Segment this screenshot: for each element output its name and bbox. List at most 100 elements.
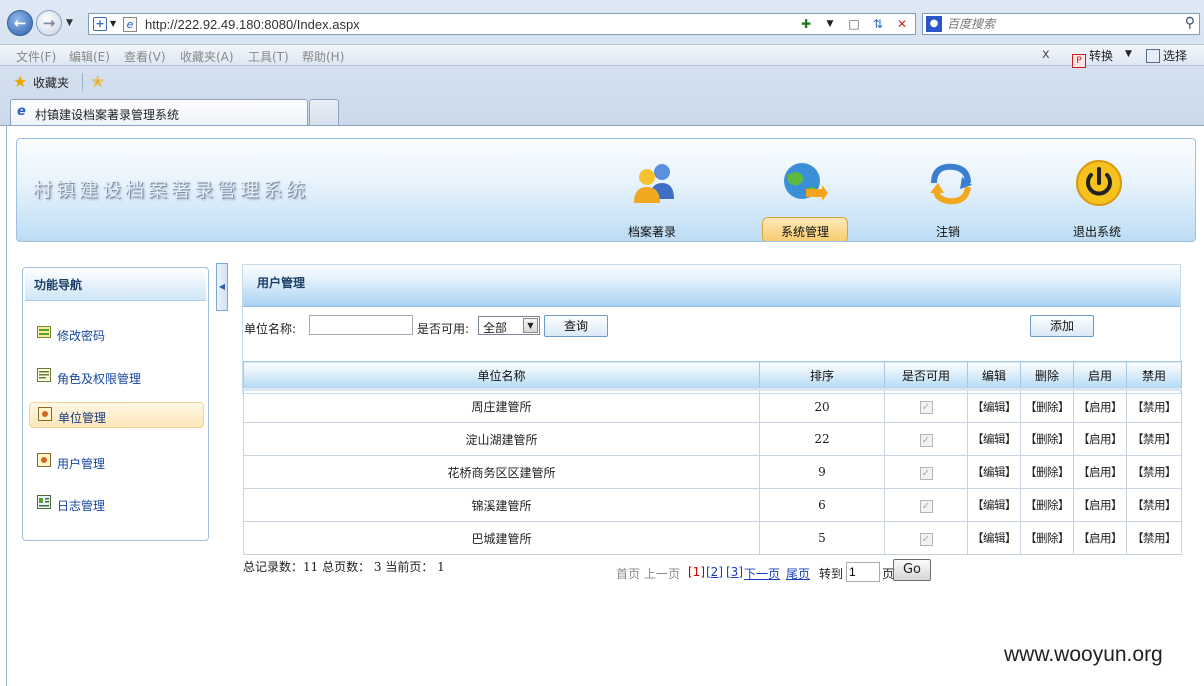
select-button[interactable]: 选择	[1146, 47, 1187, 64]
cell-enabled: ✓	[884, 488, 968, 522]
enable-link[interactable]: 【启用】	[1073, 488, 1127, 522]
sidebar-item-label: 单位管理	[58, 411, 107, 425]
compat-view-icon[interactable]: ✚	[797, 16, 815, 32]
convert-dropdown-icon[interactable]: ▼	[1125, 49, 1132, 59]
enable-link[interactable]: 【启用】	[1073, 455, 1127, 489]
go-button[interactable]: Go	[893, 559, 931, 581]
forward-arrow-icon[interactable]: →	[36, 10, 62, 36]
pager-next[interactable]: 下一页	[744, 565, 780, 582]
table-row: 周庄建管所 20 ✓ 【编辑】 【删除】 【启用】 【禁用】	[243, 388, 1182, 423]
enable-link[interactable]: 【启用】	[1073, 521, 1127, 555]
panel-header: 用户管理	[243, 265, 1180, 307]
col-order[interactable]: 排序	[759, 361, 885, 390]
menu-view[interactable]: 查看(V)	[124, 48, 166, 65]
sidebar-item-unit-manage[interactable]: 单位管理	[29, 402, 204, 428]
tab-current[interactable]: e 村镇建设档案著录管理系统	[10, 99, 308, 125]
disable-link[interactable]: 【禁用】	[1126, 422, 1182, 456]
col-disable[interactable]: 禁用	[1126, 361, 1182, 390]
collapse-sidebar-icon[interactable]: ◀	[216, 263, 228, 311]
pager-page-2[interactable]: [2]	[706, 565, 723, 579]
site-shield-icon[interactable]: +	[93, 17, 107, 31]
add-favorite-icon[interactable]: ✭	[91, 72, 104, 91]
delete-link[interactable]: 【删除】	[1020, 388, 1074, 423]
edit-link[interactable]: 【编辑】	[967, 488, 1021, 522]
nav-exit-system[interactable]: 退出系统	[1052, 153, 1142, 241]
enabled-checkbox[interactable]: ✓	[919, 466, 933, 480]
enabled-checkbox[interactable]: ✓	[919, 532, 933, 546]
pager-last[interactable]: 尾页	[786, 565, 810, 582]
close-toolbar-icon[interactable]: x	[1042, 47, 1050, 62]
menu-favorites[interactable]: 收藏夹(A)	[180, 48, 234, 65]
site-dropdown-icon[interactable]: ▼	[110, 19, 116, 28]
sidebar-item-roles[interactable]: 角色及权限管理	[29, 364, 204, 390]
rss-page-icon[interactable]: □	[845, 16, 863, 32]
menu-help[interactable]: 帮助(H)	[302, 48, 344, 65]
new-tab-button[interactable]	[309, 99, 339, 125]
chevron-down-icon[interactable]: ▼	[523, 318, 538, 333]
search-icon[interactable]: ⚲	[1185, 15, 1195, 31]
globe-manage-icon	[784, 163, 828, 201]
pager-prev[interactable]: 上一页	[644, 565, 680, 582]
pager-first[interactable]: 首页	[616, 565, 640, 582]
pdf-convert-icon: P	[1072, 54, 1086, 68]
query-button[interactable]: 查询	[544, 315, 608, 337]
nav-logout[interactable]: 注销	[903, 153, 993, 241]
convert-button[interactable]: P 转换	[1072, 47, 1113, 68]
delete-link[interactable]: 【删除】	[1020, 422, 1074, 456]
search-input[interactable]	[947, 16, 1177, 32]
nav-system-manage[interactable]: 系统管理	[754, 153, 848, 241]
user-icon	[37, 453, 51, 467]
col-edit[interactable]: 编辑	[967, 361, 1021, 390]
disable-link[interactable]: 【禁用】	[1126, 521, 1182, 555]
col-unit-name[interactable]: 单位名称	[243, 361, 760, 390]
unit-name-input[interactable]	[309, 315, 413, 335]
table-header-row: 单位名称 排序 是否可用 编辑 删除 启用 禁用	[243, 361, 1182, 390]
search-box[interactable]: ● ⚲	[922, 13, 1200, 35]
col-delete[interactable]: 删除	[1020, 361, 1074, 390]
menu-tools[interactable]: 工具(T)	[248, 48, 289, 65]
stop-icon[interactable]: ✕	[893, 16, 911, 32]
enabled-checkbox[interactable]: ✓	[919, 401, 933, 414]
enabled-checkbox[interactable]: ✓	[919, 433, 933, 447]
disable-link[interactable]: 【禁用】	[1126, 488, 1182, 522]
url-text[interactable]: http://222.92.49.180:8080/Index.aspx	[145, 17, 360, 32]
pager-page-3[interactable]: [3]	[726, 565, 743, 579]
tab-bar: e 村镇建设档案著录管理系统	[0, 97, 1204, 126]
col-enable[interactable]: 启用	[1073, 361, 1127, 390]
refresh-icon[interactable]: ⇅	[869, 16, 887, 32]
edit-link[interactable]: 【编辑】	[967, 455, 1021, 489]
delete-link[interactable]: 【删除】	[1020, 455, 1074, 489]
pager-page-1[interactable]: [1]	[688, 565, 705, 579]
menu-file[interactable]: 文件(F)	[16, 48, 56, 65]
history-dropdown-icon[interactable]: ▼	[66, 18, 73, 28]
cell-order: 5	[759, 521, 885, 555]
favorites-button[interactable]: 收藏夹	[33, 74, 69, 91]
enable-link[interactable]: 【启用】	[1073, 422, 1127, 456]
delete-link[interactable]: 【删除】	[1020, 488, 1074, 522]
enabled-checkbox[interactable]: ✓	[919, 499, 933, 513]
disable-link[interactable]: 【禁用】	[1126, 455, 1182, 489]
table-row: 淀山湖建管所 22 ✓ 【编辑】 【删除】 【启用】 【禁用】	[243, 422, 1182, 456]
password-icon	[37, 326, 51, 338]
power-icon	[1076, 160, 1122, 206]
sidebar-item-user-manage[interactable]: 用户管理	[29, 449, 204, 475]
sidebar-item-change-password[interactable]: 修改密码	[29, 321, 204, 347]
col-enabled[interactable]: 是否可用	[884, 361, 968, 390]
cell-unit-name: 周庄建管所	[243, 388, 760, 423]
sidebar-item-log-manage[interactable]: 日志管理	[29, 491, 204, 517]
address-bar[interactable]: + ▼ e http://222.92.49.180:8080/Index.as…	[88, 13, 916, 35]
address-dropdown-icon[interactable]: ▼	[821, 16, 839, 32]
favorites-star-icon[interactable]: ★	[13, 72, 27, 91]
delete-link[interactable]: 【删除】	[1020, 521, 1074, 555]
disable-link[interactable]: 【禁用】	[1126, 388, 1182, 423]
pager-goto-input[interactable]	[846, 562, 880, 582]
edit-link[interactable]: 【编辑】	[967, 422, 1021, 456]
edit-link[interactable]: 【编辑】	[967, 521, 1021, 555]
add-button[interactable]: 添加	[1030, 315, 1094, 337]
back-arrow-icon[interactable]: ←	[7, 10, 33, 36]
enabled-select[interactable]: 全部 ▼	[478, 316, 540, 335]
nav-archive-entry[interactable]: 档案著录	[607, 153, 697, 241]
menu-edit[interactable]: 编辑(E)	[69, 48, 110, 65]
edit-link[interactable]: 【编辑】	[967, 388, 1021, 423]
enable-link[interactable]: 【启用】	[1073, 388, 1127, 423]
